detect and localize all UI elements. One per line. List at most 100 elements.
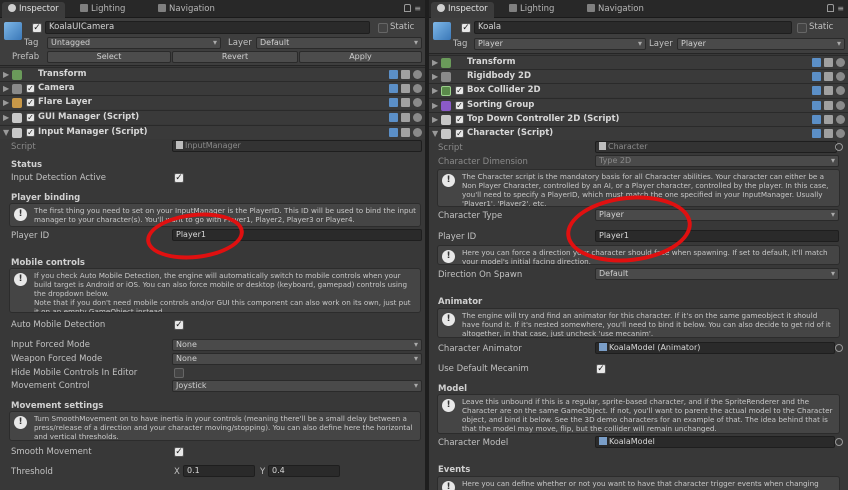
- active-checkbox[interactable]: ✓: [32, 23, 42, 33]
- component-enabled-checkbox[interactable]: ✓: [455, 101, 464, 110]
- component-transform[interactable]: ▶ Transform: [429, 55, 848, 69]
- tab-lighting[interactable]: Lighting: [74, 2, 131, 18]
- fold-arrow-icon[interactable]: ▼: [432, 129, 438, 138]
- hide-mobile-checkbox[interactable]: [174, 368, 184, 378]
- component-enabled-checkbox[interactable]: ✓: [455, 115, 464, 124]
- help-icon[interactable]: [812, 115, 821, 124]
- help-icon[interactable]: [812, 86, 821, 95]
- component-camera[interactable]: ▶ ✓ Camera: [0, 81, 425, 95]
- component-enabled-checkbox[interactable]: ✓: [26, 98, 35, 107]
- tab-navigation[interactable]: Navigation: [581, 2, 650, 18]
- component-box-collider-2d[interactable]: ▶ ✓ Box Collider 2D: [429, 83, 848, 97]
- tag-dropdown[interactable]: Untagged: [47, 37, 221, 49]
- direction-spawn-dropdown[interactable]: Default: [595, 268, 839, 280]
- tab-lighting[interactable]: Lighting: [503, 2, 560, 18]
- component-rigidbody-2d[interactable]: ▶ Rigidbody 2D: [429, 69, 848, 83]
- gear-icon[interactable]: [836, 129, 845, 138]
- layer-dropdown[interactable]: Default: [256, 37, 422, 49]
- gear-icon[interactable]: [836, 115, 845, 124]
- fold-arrow-icon[interactable]: ▶: [432, 58, 438, 67]
- preset-icon[interactable]: [824, 129, 833, 138]
- input-forced-dropdown[interactable]: None: [172, 339, 422, 351]
- component-enabled-checkbox[interactable]: ✓: [26, 84, 35, 93]
- component-top-down-controller[interactable]: ▶ ✓ Top Down Controller 2D (Script): [429, 112, 848, 126]
- prefab-apply-button[interactable]: Apply: [299, 51, 422, 63]
- preset-icon[interactable]: [824, 115, 833, 124]
- preset-icon[interactable]: [824, 86, 833, 95]
- component-enabled-checkbox[interactable]: ✓: [455, 86, 464, 95]
- fold-arrow-icon[interactable]: ▶: [432, 72, 438, 81]
- layer-dropdown[interactable]: Player: [677, 38, 845, 50]
- preset-icon[interactable]: [401, 84, 410, 93]
- fold-arrow-icon[interactable]: ▶: [3, 84, 9, 93]
- help-icon[interactable]: [812, 101, 821, 110]
- help-icon[interactable]: [812, 72, 821, 81]
- object-picker-icon[interactable]: [835, 143, 843, 151]
- smooth-movement-checkbox[interactable]: ✓: [174, 447, 184, 457]
- gear-icon[interactable]: [836, 72, 845, 81]
- tag-dropdown[interactable]: Player: [474, 38, 646, 50]
- object-picker-icon[interactable]: [835, 344, 843, 352]
- component-enabled-checkbox[interactable]: ✓: [26, 113, 35, 122]
- component-gui-manager[interactable]: ▶ ✓ GUI Manager (Script): [0, 110, 425, 124]
- static-checkbox[interactable]: [797, 23, 807, 33]
- help-icon[interactable]: [389, 84, 398, 93]
- preset-icon[interactable]: [401, 70, 410, 79]
- help-icon[interactable]: [389, 70, 398, 79]
- preset-icon[interactable]: [401, 113, 410, 122]
- lock-icon[interactable]: [827, 4, 834, 12]
- weapon-forced-dropdown[interactable]: None: [172, 353, 422, 365]
- fold-arrow-icon[interactable]: ▶: [432, 86, 438, 95]
- help-icon[interactable]: [389, 113, 398, 122]
- preset-icon[interactable]: [401, 128, 410, 137]
- component-sorting-group[interactable]: ▶ ✓ Sorting Group: [429, 98, 848, 112]
- prefab-revert-button[interactable]: Revert: [172, 51, 298, 63]
- tab-navigation[interactable]: Navigation: [152, 2, 221, 18]
- tab-inspector[interactable]: Inspector: [2, 2, 65, 18]
- preset-icon[interactable]: [824, 72, 833, 81]
- fold-arrow-icon[interactable]: ▶: [3, 98, 9, 107]
- gear-icon[interactable]: [413, 98, 422, 107]
- preset-icon[interactable]: [401, 98, 410, 107]
- use-mecanim-checkbox[interactable]: ✓: [596, 364, 606, 374]
- help-icon[interactable]: [389, 98, 398, 107]
- static-checkbox[interactable]: [378, 23, 388, 33]
- fold-arrow-icon[interactable]: ▶: [432, 115, 438, 124]
- gear-icon[interactable]: [413, 113, 422, 122]
- object-name-field[interactable]: KoalaUICamera: [45, 21, 370, 34]
- menu-icon[interactable]: ≡: [414, 4, 421, 13]
- gear-icon[interactable]: [413, 84, 422, 93]
- fold-arrow-icon[interactable]: ▶: [432, 101, 438, 110]
- component-flare-layer[interactable]: ▶ ✓ Flare Layer: [0, 95, 425, 109]
- char-model-field[interactable]: KoalaModel: [595, 436, 835, 448]
- fold-arrow-icon[interactable]: ▶: [3, 70, 9, 79]
- preset-icon[interactable]: [824, 58, 833, 67]
- object-picker-icon[interactable]: [835, 438, 843, 446]
- tab-inspector[interactable]: Inspector: [431, 2, 494, 18]
- prefab-select-button[interactable]: Select: [47, 51, 171, 63]
- lock-icon[interactable]: [404, 4, 411, 12]
- fold-arrow-icon[interactable]: ▼: [3, 128, 9, 137]
- component-transform[interactable]: ▶ Transform: [0, 67, 425, 81]
- gear-icon[interactable]: [413, 128, 422, 137]
- help-icon[interactable]: [389, 128, 398, 137]
- char-animator-field[interactable]: KoalaModel (Animator): [595, 342, 835, 354]
- help-icon[interactable]: [812, 58, 821, 67]
- preset-icon[interactable]: [824, 101, 833, 110]
- component-input-manager[interactable]: ▼ ✓ Input Manager (Script): [0, 125, 425, 139]
- movement-control-dropdown[interactable]: Joystick: [172, 380, 422, 392]
- threshold-y-field[interactable]: 0.4: [268, 465, 340, 477]
- gear-icon[interactable]: [836, 101, 845, 110]
- component-enabled-checkbox[interactable]: ✓: [455, 129, 464, 138]
- component-character[interactable]: ▼ ✓ Character (Script): [429, 126, 848, 140]
- gear-icon[interactable]: [836, 86, 845, 95]
- gear-icon[interactable]: [836, 58, 845, 67]
- object-name-field[interactable]: Koala: [474, 21, 792, 34]
- input-detection-checkbox[interactable]: ✓: [174, 173, 184, 183]
- active-checkbox[interactable]: ✓: [461, 23, 471, 33]
- auto-mobile-checkbox[interactable]: ✓: [174, 320, 184, 330]
- menu-icon[interactable]: ≡: [837, 4, 844, 13]
- gear-icon[interactable]: [413, 70, 422, 79]
- help-icon[interactable]: [812, 129, 821, 138]
- component-enabled-checkbox[interactable]: ✓: [26, 128, 35, 137]
